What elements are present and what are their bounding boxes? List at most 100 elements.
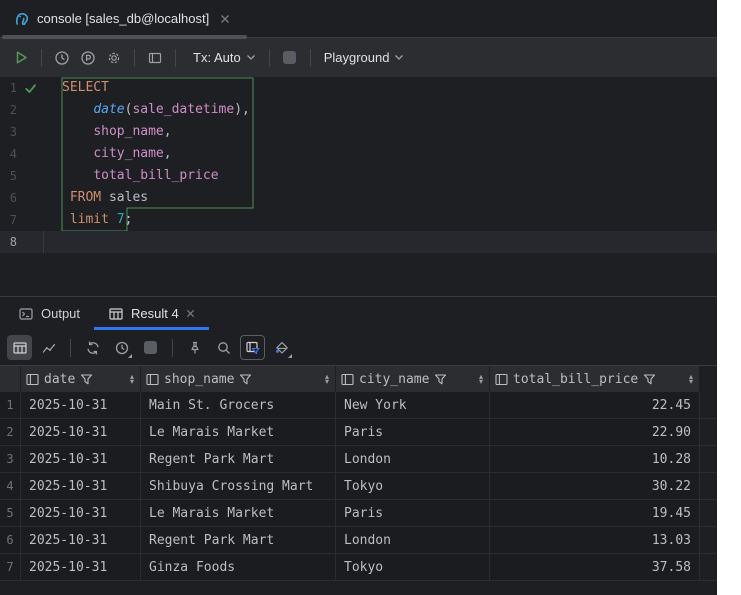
table-cell[interactable]: 19.45 xyxy=(490,500,700,526)
column-header-total-bill-price[interactable]: total_bill_price ▴ ▾ xyxy=(490,366,700,392)
table-cell[interactable]: Ginza Foods xyxy=(141,554,336,580)
table-row[interactable]: 7 2025-10-31 Ginza Foods Tokyo 37.58 xyxy=(0,554,717,581)
close-tab-icon[interactable] xyxy=(186,309,195,318)
reload-button[interactable] xyxy=(80,335,105,360)
pin-tab-button[interactable] xyxy=(182,335,207,360)
parameters-button[interactable] xyxy=(75,45,101,71)
find-button[interactable] xyxy=(211,335,236,360)
table-cell[interactable]: 2025-10-31 xyxy=(21,554,141,580)
code-text: city_name, xyxy=(93,146,172,161)
sort-toggle-icon[interactable]: ▴ ▾ xyxy=(479,373,483,386)
console-view-button[interactable] xyxy=(142,45,168,71)
row-number[interactable]: 5 xyxy=(0,500,21,526)
editor-line[interactable]: 4 city_name, xyxy=(0,143,717,165)
editor-line[interactable]: 5 total_bill_price xyxy=(0,165,717,187)
console-tab[interactable]: console [sales_db@localhost] xyxy=(0,0,240,37)
column-header-date[interactable]: date ▴ ▾ xyxy=(21,366,141,392)
table-row[interactable]: 2 2025-10-31 Le Marais Market Paris 22.90 xyxy=(0,419,717,446)
editor-line[interactable]: 1 SELECT xyxy=(0,77,717,99)
sql-editor[interactable]: 1 SELECT 2 date(sale_datetime), 3 shop_name… xyxy=(0,77,717,296)
editor-line[interactable]: 2 date(sale_datetime), xyxy=(0,99,717,121)
tx-mode-dropdown[interactable]: Tx: Auto xyxy=(187,45,262,71)
auto-refresh-button[interactable] xyxy=(109,335,134,360)
table-cell[interactable]: New York xyxy=(336,392,490,418)
row-number[interactable]: 3 xyxy=(0,446,21,472)
table-cell[interactable]: Main St. Grocers xyxy=(141,392,336,418)
table-cell[interactable]: London xyxy=(336,446,490,472)
table-cell[interactable]: Paris xyxy=(336,500,490,526)
query-history-button[interactable] xyxy=(49,45,75,71)
grid-corner-cell[interactable] xyxy=(0,366,21,392)
row-number[interactable]: 4 xyxy=(0,473,21,499)
editor-line[interactable]: 6 FROM sales xyxy=(0,187,717,209)
tab-scrollbar-thumb[interactable] xyxy=(2,35,247,39)
sort-toggle-icon[interactable]: ▴ ▾ xyxy=(130,373,134,386)
row-number[interactable]: 7 xyxy=(0,554,21,580)
appearance-button[interactable] xyxy=(269,335,294,360)
statement-success-check-icon[interactable] xyxy=(24,82,37,95)
column-header-shop-name[interactable]: shop_name ▴ ▾ xyxy=(141,366,336,392)
table-cell[interactable]: Paris xyxy=(336,419,490,445)
filter-funnel-icon[interactable] xyxy=(643,373,656,386)
table-cell[interactable]: 2025-10-31 xyxy=(21,419,141,445)
table-cell[interactable]: Le Marais Market xyxy=(141,419,336,445)
table-cell[interactable]: 22.45 xyxy=(490,392,700,418)
filter-funnel-icon[interactable] xyxy=(239,373,252,386)
table-cell[interactable]: Shibuya Crossing Mart xyxy=(141,473,336,499)
table-cell[interactable]: 2025-10-31 xyxy=(21,473,141,499)
tab-result-4[interactable]: Result 4 xyxy=(94,297,209,330)
grid-view-button[interactable] xyxy=(7,335,32,360)
toolbar-separator xyxy=(172,338,173,357)
table-cell[interactable]: Regent Park Mart xyxy=(141,446,336,472)
sort-toggle-icon[interactable]: ▴ ▾ xyxy=(325,373,329,386)
editor-line[interactable]: 7 limit 7; xyxy=(0,209,717,231)
playground-dropdown[interactable]: Playground xyxy=(318,45,411,71)
table-cell[interactable]: 13.03 xyxy=(490,527,700,553)
run-query-button[interactable] xyxy=(8,45,34,71)
filter-button[interactable] xyxy=(240,335,265,360)
table-row[interactable]: 4 2025-10-31 Shibuya Crossing Mart Tokyo 30.… xyxy=(0,473,717,500)
row-number[interactable]: 2 xyxy=(0,419,21,445)
table-cell[interactable]: Tokyo xyxy=(336,554,490,580)
column-label: city_name xyxy=(359,371,430,387)
table-cell[interactable]: 2025-10-31 xyxy=(21,500,141,526)
tab-output[interactable]: Output xyxy=(4,297,94,330)
line-number: 4 xyxy=(9,147,17,161)
close-tab-icon[interactable] xyxy=(220,14,230,24)
table-cell[interactable]: Le Marais Market xyxy=(141,500,336,526)
column-header-city-name[interactable]: city_name ▴ ▾ xyxy=(336,366,490,392)
row-number[interactable]: 1 xyxy=(0,392,21,418)
dropdown-corner xyxy=(128,354,132,358)
column-label: shop_name xyxy=(164,371,235,387)
table-cell[interactable]: Tokyo xyxy=(336,473,490,499)
table-cell[interactable]: Regent Park Mart xyxy=(141,527,336,553)
editor-line[interactable]: 3 shop_name, xyxy=(0,121,717,143)
table-cell[interactable]: 30.22 xyxy=(490,473,700,499)
code-text: date(sale_datetime), xyxy=(93,102,250,117)
table-cell[interactable]: 10.28 xyxy=(490,446,700,472)
settings-button[interactable] xyxy=(101,45,127,71)
chart-view-button[interactable] xyxy=(36,335,61,360)
table-row[interactable]: 1 2025-10-31 Main St. Grocers New York 22.45 xyxy=(0,392,717,419)
table-cell[interactable]: 37.58 xyxy=(490,554,700,580)
filter-funnel-icon[interactable] xyxy=(434,373,447,386)
stop-refresh-button xyxy=(138,335,163,360)
terminal-icon xyxy=(18,306,34,322)
table-cell[interactable]: 2025-10-31 xyxy=(21,446,141,472)
table-row[interactable]: 3 2025-10-31 Regent Park Mart London 10.28 xyxy=(0,446,717,473)
table-row[interactable]: 5 2025-10-31 Le Marais Market Paris 19.45 xyxy=(0,500,717,527)
postgresql-icon xyxy=(14,11,30,27)
table-cell[interactable]: London xyxy=(336,527,490,553)
editor-line[interactable]: 8 xyxy=(0,231,717,253)
column-icon xyxy=(146,373,159,386)
sort-toggle-icon[interactable]: ▴ ▾ xyxy=(689,373,693,386)
chevron-down-icon xyxy=(246,54,256,61)
row-number[interactable]: 6 xyxy=(0,527,21,553)
table-row[interactable]: 6 2025-10-31 Regent Park Mart London 13.03 xyxy=(0,527,717,554)
console-toolbar: Tx: Auto Playground xyxy=(0,38,717,77)
table-cell[interactable]: 2025-10-31 xyxy=(21,392,141,418)
line-number: 1 xyxy=(9,81,17,95)
table-cell[interactable]: 22.90 xyxy=(490,419,700,445)
filter-funnel-icon[interactable] xyxy=(80,373,93,386)
table-cell[interactable]: 2025-10-31 xyxy=(21,527,141,553)
